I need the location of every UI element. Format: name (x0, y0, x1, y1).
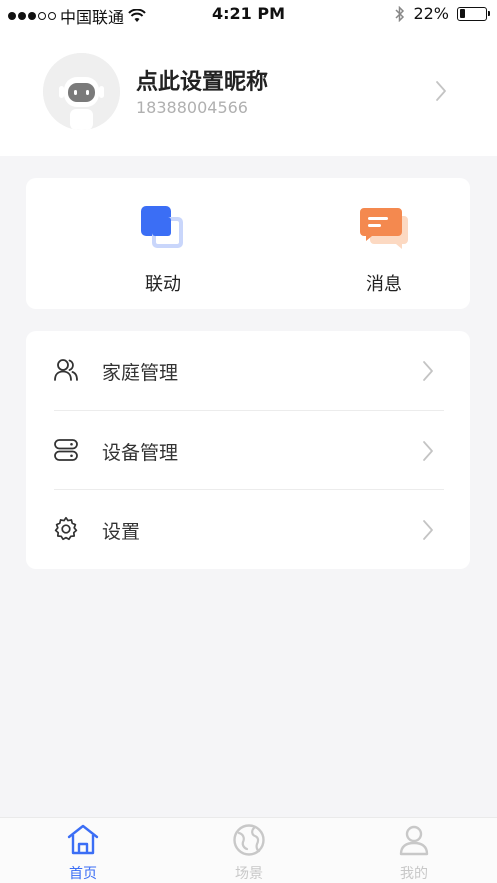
tab-mine[interactable]: 我的 (364, 823, 464, 883)
menu-item-label: 设备管理 (102, 442, 179, 464)
gear-icon (54, 516, 78, 541)
menu-item-family-management[interactable]: 家庭管理 (26, 331, 470, 410)
scene-icon (233, 824, 265, 856)
menu-item-settings[interactable]: 设置 (26, 490, 470, 569)
linkage-icon (141, 206, 183, 248)
message-icon (360, 208, 408, 249)
bluetooth-icon (395, 5, 405, 22)
battery-icon (457, 6, 490, 21)
chevron-right-icon (423, 361, 433, 381)
device-icon (54, 439, 78, 461)
tab-home[interactable]: 首页 (33, 823, 133, 883)
status-right: 22% (395, 4, 490, 23)
tab-label: 首页 (69, 866, 97, 882)
chevron-right-icon[interactable] (435, 80, 447, 102)
battery-level (459, 9, 465, 18)
robot-avatar-icon (43, 53, 120, 130)
tab-label: 我的 (400, 866, 428, 882)
menu-item-label: 家庭管理 (102, 362, 179, 384)
chevron-right-icon (423, 520, 433, 540)
menu-item-device-management[interactable]: 设备管理 (26, 411, 470, 490)
menu-card: 家庭管理 设备管理 设置 (26, 331, 470, 569)
tab-scene[interactable]: 场景 (199, 823, 299, 883)
profile-header[interactable]: 点此设置昵称 18388004566 (0, 28, 497, 156)
avatar[interactable] (43, 53, 120, 130)
family-icon (54, 359, 78, 381)
battery-percent: 22% (413, 4, 449, 23)
tab-label: 场景 (235, 866, 263, 882)
quick-actions-card: 联动 消息 (26, 178, 470, 309)
home-icon (67, 824, 99, 855)
status-bar: 中国联通 4:21 PM 22% (0, 0, 497, 28)
quick-action-linkage[interactable]: 联动 (103, 204, 223, 296)
user-icon (399, 825, 429, 856)
bottom-tab-bar: 首页 场景 我的 (0, 817, 497, 883)
chevron-right-icon (423, 441, 433, 461)
quick-action-label: 联动 (145, 274, 181, 295)
quick-action-message[interactable]: 消息 (324, 204, 444, 296)
menu-item-label: 设置 (102, 521, 141, 543)
quick-action-label: 消息 (366, 274, 402, 295)
phone-number: 18388004566 (136, 98, 248, 117)
nickname-text[interactable]: 点此设置昵称 (136, 64, 268, 96)
